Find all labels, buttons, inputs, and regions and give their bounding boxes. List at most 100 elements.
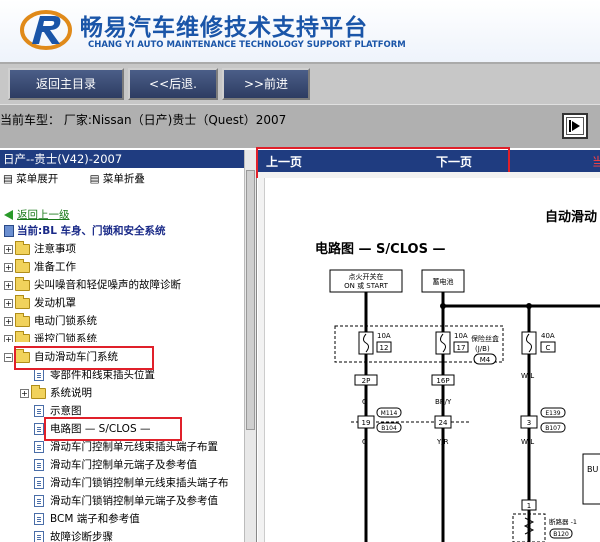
content-panel: 上一页 下一页 当 自动滑动 电路图 — S/CLOS — 点火开关在 ON 或…	[256, 147, 600, 542]
toggle-panel-button[interactable]	[562, 113, 588, 139]
document-viewer[interactable]: 自动滑动 电路图 — S/CLOS — 点火开关在 ON 或 START 蓄电池	[258, 172, 600, 542]
bcm-box	[582, 453, 600, 505]
document-icon	[34, 423, 44, 435]
ignition-label-2: ON 或 START	[344, 281, 389, 290]
document-page: 自动滑动 电路图 — S/CLOS — 点火开关在 ON 或 START 蓄电池	[264, 178, 600, 542]
breaker-label: 断路器 -1	[549, 517, 577, 526]
tree-item-label: 电动门锁系统	[34, 315, 97, 327]
tree-item[interactable]: BCM 端子和参考值	[34, 510, 140, 528]
folder-icon	[15, 294, 30, 309]
tree-item[interactable]: + 系统说明	[20, 384, 92, 402]
expand-icon[interactable]: +	[4, 244, 13, 254]
folder-icon	[15, 240, 30, 255]
menu-tree: 返回上一级 当前:BL 车身、门锁和安全系统 + 注意事项 + 准备工作 + 尖叫噪音…	[0, 206, 245, 542]
connector-label: B120	[553, 531, 569, 538]
tree-scrollbar[interactable]	[244, 150, 256, 542]
tree-item[interactable]: + 电动门锁系统	[4, 312, 97, 330]
fuse-rating: 40A	[541, 332, 555, 340]
prev-page-link[interactable]: 上一页	[266, 153, 302, 170]
junction-dot	[526, 303, 532, 309]
connector-label: 19	[362, 419, 371, 427]
connector-label: 3	[527, 419, 531, 427]
tree-item-label: 滑动车门控制单元线束插头端子布置	[50, 441, 218, 453]
expand-icon[interactable]: +	[4, 262, 13, 272]
tree-item[interactable]: + 遥控门锁系统	[4, 330, 97, 342]
app-header: 畅易汽车维修技术支持平台 CHANG YI AUTO MAINTENANCE T…	[0, 0, 600, 62]
wire-color-label: G	[362, 438, 367, 446]
document-icon	[34, 441, 44, 453]
scrollbar-thumb[interactable]	[246, 170, 255, 430]
current-section: 当前:BL 车身、门锁和安全系统	[4, 222, 166, 240]
tree-item-label: 滑动车门控制单元端子及参考值	[50, 459, 197, 471]
folder-icon	[31, 384, 46, 399]
next-page-link[interactable]: 下一页	[436, 153, 472, 170]
connector-label: B107	[545, 425, 561, 432]
expand-icon[interactable]: +	[4, 316, 13, 326]
tree-item-label: 零部件和线束插头位置	[50, 369, 155, 381]
tree-item-label: 故障诊断步骤	[50, 531, 113, 542]
logo-icon	[20, 10, 72, 50]
current-vehicle: 当前车型： 厂家:Nissan（日产)贵士（Quest）2007	[0, 113, 287, 127]
tree-item[interactable]: 故障诊断步骤	[34, 528, 113, 542]
tree-item-label: 滑动车门锁销控制单元端子及参考值	[50, 495, 218, 507]
fuse-block-label-2: (J/B)	[475, 345, 490, 353]
document-icon	[34, 459, 44, 471]
expand-all-link[interactable]: ▤ 菜单展开	[3, 173, 72, 185]
tree-item[interactable]: 滑动车门控制单元线束插头端子布置	[34, 438, 218, 456]
connector-label: E139	[545, 410, 560, 417]
expand-icon[interactable]: +	[20, 388, 29, 398]
nav-edge-text: 当	[592, 155, 600, 169]
folder-icon	[15, 258, 30, 273]
wire-color-label: G	[362, 398, 367, 406]
expand-icon[interactable]: +	[4, 280, 13, 290]
wire-color-label: Y/R	[436, 438, 449, 446]
connector-label: 1	[527, 502, 531, 510]
expand-icon[interactable]: +	[4, 298, 13, 308]
folder-icon	[15, 330, 30, 342]
folder-open-icon	[15, 348, 30, 363]
junction-dot	[440, 303, 446, 309]
document-icon	[34, 369, 44, 381]
connector-label: 16P	[436, 377, 449, 385]
connector-label: 2P	[362, 377, 371, 385]
vehicle-bar: 当前车型： 厂家:Nissan（日产)贵士（Quest）2007	[0, 104, 600, 148]
connector-label: M114	[381, 410, 398, 417]
wire-color-label: BR/Y	[435, 398, 452, 406]
home-button[interactable]: 返回主目录	[8, 68, 124, 100]
wiring-diagram: 电路图 — S/CLOS — 点火开关在 ON 或 START 蓄电池 保险丝盒…	[315, 241, 600, 542]
tree-item[interactable]: 示意图	[34, 402, 82, 420]
book-icon	[4, 225, 14, 237]
back-arrow-icon	[4, 210, 13, 220]
tree-item[interactable]: 滑动车门锁销控制单元线束插头端子布	[34, 474, 229, 492]
forward-button[interactable]: >>前进	[222, 68, 310, 100]
expand-icon[interactable]: +	[4, 334, 13, 342]
tree-item[interactable]: 滑动车门锁销控制单元端子及参考值	[34, 492, 218, 510]
app-title: 畅易汽车维修技术支持平台	[80, 15, 368, 41]
collapse-all-link[interactable]: ▤ 菜单折叠	[90, 173, 159, 185]
tree-item-label: 自动滑动车门系统	[34, 351, 118, 363]
expand-all-label: 菜单展开	[16, 173, 59, 185]
navigation-panel: 日产--贵士(V42)-2007 ▤ 菜单展开 ▤ 菜单折叠 返回上一级 当前:…	[0, 150, 257, 542]
document-icon	[34, 495, 44, 507]
tree-item-label: 电路图 — S/CLOS —	[50, 423, 151, 435]
tree-item[interactable]: + 尖叫噪音和轻促噪声的故障诊断	[4, 276, 181, 294]
fuse-rating: 10A	[377, 332, 391, 340]
tree-item-label: 准备工作	[34, 261, 76, 273]
tree-item[interactable]: + 发动机罩	[4, 294, 76, 312]
document-icon	[34, 405, 44, 417]
tree-item[interactable]: + 准备工作	[4, 258, 76, 276]
tree-item[interactable]: + 注意事项	[4, 240, 76, 258]
tree-item-label: BCM 端子和参考值	[50, 513, 140, 525]
ignition-label: 点火开关在	[349, 272, 384, 281]
back-button[interactable]: <<后退.	[128, 68, 218, 100]
tree-item-auto-sliding-door[interactable]: − 自动滑动车门系统	[4, 348, 118, 366]
collapse-icon[interactable]: −	[4, 352, 13, 362]
up-level-label: 返回上一级	[17, 209, 70, 221]
battery-label: 蓄电池	[433, 277, 454, 286]
tree-item[interactable]: 零部件和线束插头位置	[34, 366, 155, 384]
tree-item-label: 系统说明	[50, 387, 92, 399]
tree-item-circuit-diagram[interactable]: 电路图 — S/CLOS —	[34, 420, 150, 438]
connector-label: M4	[480, 356, 491, 364]
tree-item[interactable]: 滑动车门控制单元端子及参考值	[34, 456, 197, 474]
connector-label: 24	[439, 419, 448, 427]
